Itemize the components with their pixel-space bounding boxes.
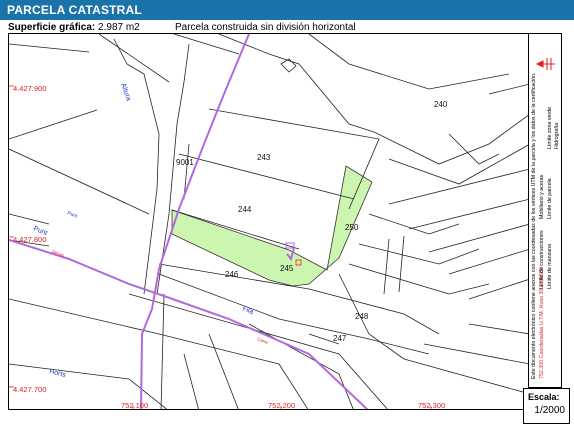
- surface-value: 2.987 m2: [98, 22, 140, 33]
- street-name-small: Carre: [257, 336, 270, 345]
- legend-manzana: Límite de manzana: [547, 243, 553, 289]
- street-name: Altura: [119, 82, 132, 102]
- parcel-description: Parcela construida sin división horizont…: [175, 22, 356, 33]
- parcel-label: 9001: [176, 158, 194, 167]
- parcel-label: 243: [257, 153, 271, 162]
- street-name: Horts: [49, 368, 67, 379]
- parcel-label: 250: [345, 223, 359, 232]
- legend-zona-verde: Límite zona verde: [547, 106, 553, 149]
- coordinate-note: 752.300 Coordenadas U.T.M. Huso 30 ETRS8…: [539, 267, 545, 379]
- section-header: PARCELA CATASTRAL: [0, 0, 574, 20]
- map-canvas: 240 243 9001 244 250 245 246 248 247 Alt…: [9, 34, 528, 410]
- legend-hidrografia: Hidrografía: [554, 122, 560, 149]
- parcel-label: 248: [355, 312, 369, 321]
- parcel-label: 245: [280, 264, 294, 273]
- parcel-label: 240: [434, 100, 448, 109]
- parcel-label: 247: [333, 334, 347, 343]
- x-coordinate: 752.300: [418, 401, 445, 410]
- legend-construcciones: Límite de construcciones: [539, 230, 545, 289]
- surface-info: Superficie gráfica: 2.987 m2: [8, 22, 140, 33]
- street-name-small: Jarcas: [51, 248, 66, 258]
- y-coordinate: 4.427.800: [13, 235, 46, 244]
- legend-panel: Este documento electrónico contiene anex…: [529, 33, 562, 388]
- scale-label: Escala:: [528, 392, 560, 402]
- document-note: Este documento electrónico contiene anex…: [531, 72, 537, 379]
- y-coordinate: 4.427.700: [13, 385, 46, 394]
- legend-mobiliario: Mobiliario y aceras: [539, 174, 545, 219]
- scale-box: Escala: 1/2000: [523, 388, 570, 424]
- parcel-label: 246: [225, 270, 239, 279]
- highlighted-parcel[interactable]: [171, 165, 373, 287]
- parcel-label: 244: [238, 205, 252, 214]
- scale-value: 1/2000: [534, 405, 565, 416]
- y-coordinate: 4.427.900: [13, 84, 46, 93]
- parcel-lines: [9, 34, 528, 409]
- x-coordinate: 752.100: [121, 401, 148, 410]
- legend-parcela: Límite de parcela: [547, 178, 553, 219]
- street-name: Punt: [66, 210, 78, 220]
- cadastral-map[interactable]: 240 243 9001 244 250 245 246 248 247 Alt…: [8, 33, 529, 410]
- street-name: Fila: [241, 305, 254, 316]
- surface-label: Superficie gráfica:: [8, 22, 96, 33]
- x-coordinate: 752.200: [268, 401, 295, 410]
